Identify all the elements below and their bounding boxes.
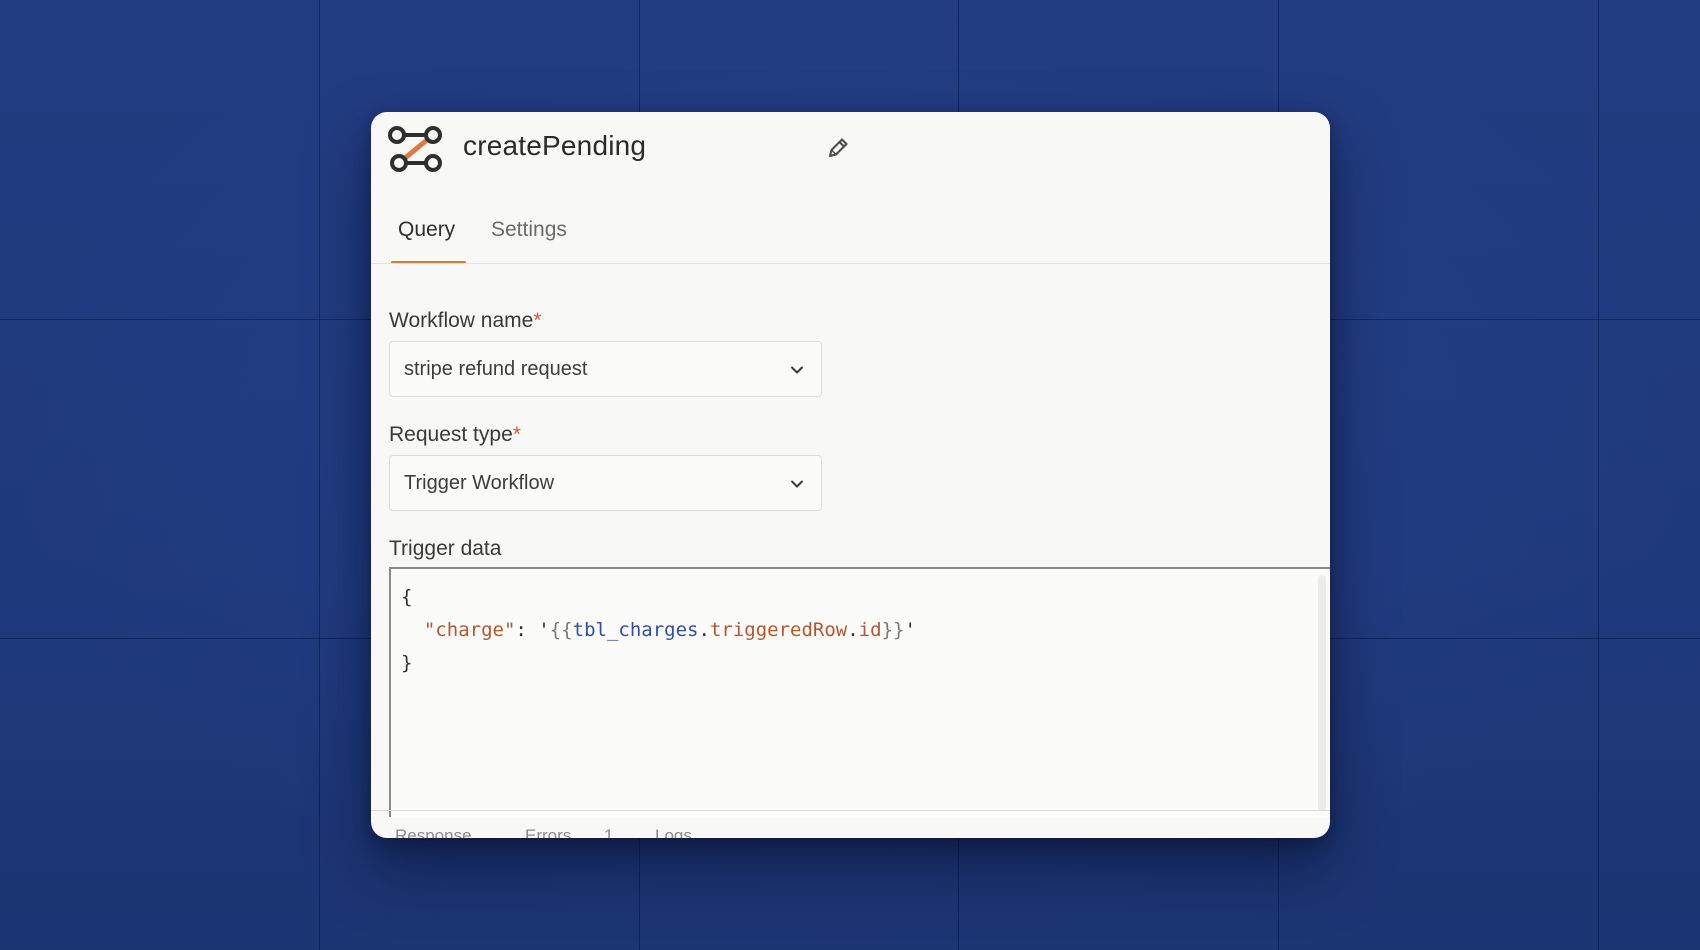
editor-scrollbar[interactable] <box>1318 575 1326 811</box>
workflow-name-label: Workflow name* <box>389 309 542 332</box>
tab-response[interactable]: Response <box>395 826 472 838</box>
request-type-select[interactable]: Trigger Workflow <box>389 455 822 511</box>
grid-line <box>319 0 320 950</box>
tab-errors[interactable]: Errors <box>525 826 571 838</box>
query-editor-panel: createPending Query Settings Workflow na… <box>371 112 1330 838</box>
footer-divider <box>371 810 1330 811</box>
errors-count-badge: 1 <box>604 826 614 838</box>
code-line-1: { <box>401 586 413 608</box>
tab-bar: Query Settings <box>371 112 1330 264</box>
trigger-data-label: Trigger data <box>389 537 502 560</box>
required-mark: * <box>533 309 542 332</box>
grid-line <box>1598 0 1599 950</box>
chevron-down-icon <box>791 480 803 488</box>
request-type-label: Request type* <box>389 423 521 446</box>
workflow-name-select[interactable]: stripe refund request <box>389 341 822 397</box>
request-type-value: Trigger Workflow <box>404 472 555 494</box>
workflow-name-value: stripe refund request <box>404 358 588 380</box>
code-content: { "charge": '{{tbl_charges.triggeredRow.… <box>401 581 916 680</box>
footer-tabs: Response Errors 1 Logs <box>371 818 1330 838</box>
code-line-3: } <box>401 652 413 674</box>
tab-divider <box>371 263 1330 264</box>
tab-settings[interactable]: Settings <box>491 218 567 242</box>
trigger-data-editor[interactable]: { "charge": '{{tbl_charges.triggeredRow.… <box>389 567 1330 817</box>
chevron-down-icon <box>791 366 803 374</box>
tab-query[interactable]: Query <box>398 218 455 242</box>
required-mark: * <box>512 423 521 446</box>
tab-logs[interactable]: Logs <box>655 826 692 838</box>
code-line-2: "charge": '{{tbl_charges.triggeredRow.id… <box>423 619 916 641</box>
